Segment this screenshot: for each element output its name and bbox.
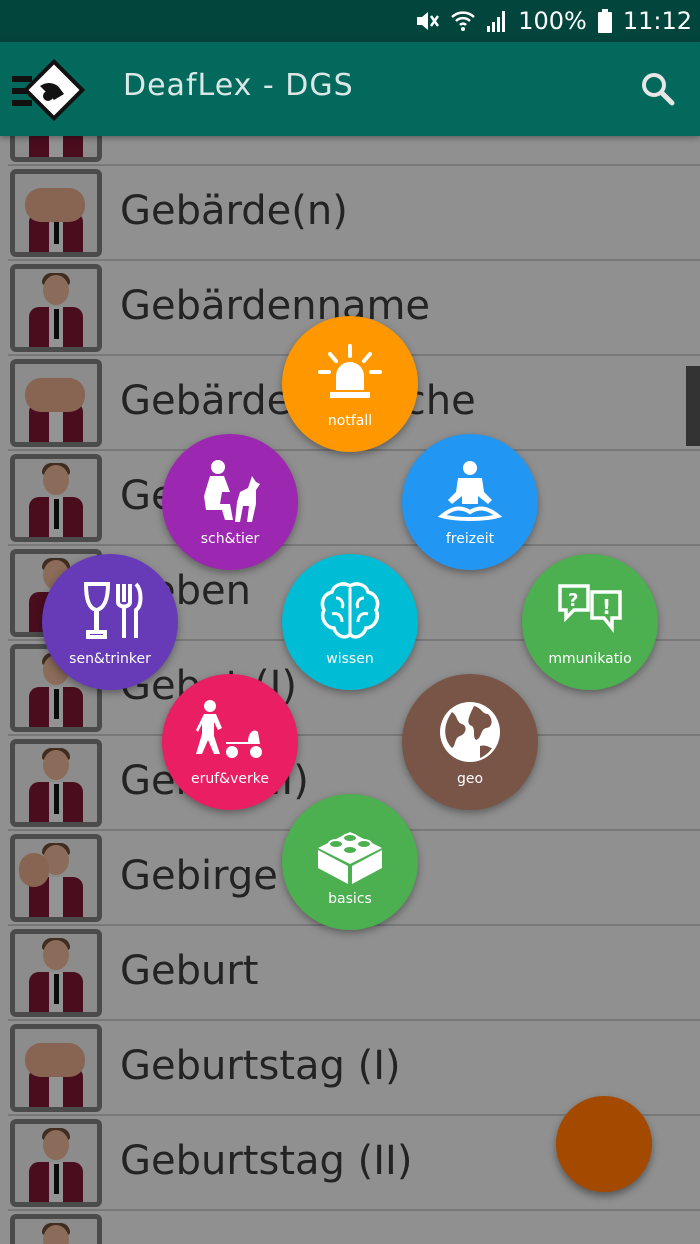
category-label: wissen: [326, 651, 374, 667]
category-geo-button[interactable]: geo: [402, 674, 538, 810]
category-wissen-button[interactable]: wissen: [282, 554, 418, 690]
category-basics-button[interactable]: basics: [282, 794, 418, 930]
globe-icon: [440, 702, 500, 762]
person-dog-icon: [204, 460, 260, 522]
lego-brick-icon: [318, 832, 382, 884]
category-label: eruf&verke: [191, 771, 269, 787]
svg-text:!: !: [602, 595, 611, 619]
menu-overlay[interactable]: [0, 136, 700, 1244]
category-notfall-button[interactable]: notfall: [282, 316, 418, 452]
mute-icon: [417, 12, 440, 30]
cutlery-icon: [83, 582, 143, 639]
category-label: freizeit: [445, 531, 495, 547]
category-label: sch&tier: [200, 531, 260, 547]
status-bar: 100% 11:12: [0, 0, 700, 42]
category-label: mmunikatio: [548, 651, 632, 667]
category-label: notfall: [327, 413, 373, 429]
category-beruf-verkehr-button[interactable]: eruf&verke: [162, 674, 298, 810]
category-kommunikation-button[interactable]: ? ! mmunikatio: [522, 554, 658, 690]
clock: 11:12: [622, 7, 692, 35]
category-label: geo: [456, 771, 484, 787]
speech-bubbles-icon: ? !: [558, 584, 622, 633]
category-freizeit-button[interactable]: freizeit: [402, 434, 538, 570]
battery-icon: [597, 9, 612, 33]
search-icon[interactable]: [636, 67, 680, 111]
signal-icon: [487, 11, 506, 32]
app-bar: DeafLex - DGS: [0, 42, 700, 136]
floating-action-button[interactable]: [556, 1096, 652, 1192]
svg-text:?: ?: [568, 590, 578, 611]
brain-icon: [320, 582, 380, 639]
category-label: basics: [328, 891, 372, 907]
meditation-icon: [437, 461, 503, 521]
siren-icon: [318, 344, 382, 398]
logo-icon[interactable]: [10, 52, 86, 128]
category-mensch-tier-button[interactable]: sch&tier: [162, 434, 298, 570]
category-essen-trinken-button[interactable]: sen&trinker: [42, 554, 178, 690]
battery-percent: 100%: [518, 7, 587, 35]
person-scooter-icon: [196, 700, 262, 758]
category-label: sen&trinker: [69, 651, 151, 667]
wifi-icon: [451, 11, 476, 31]
app-title: DeafLex - DGS: [123, 68, 354, 103]
